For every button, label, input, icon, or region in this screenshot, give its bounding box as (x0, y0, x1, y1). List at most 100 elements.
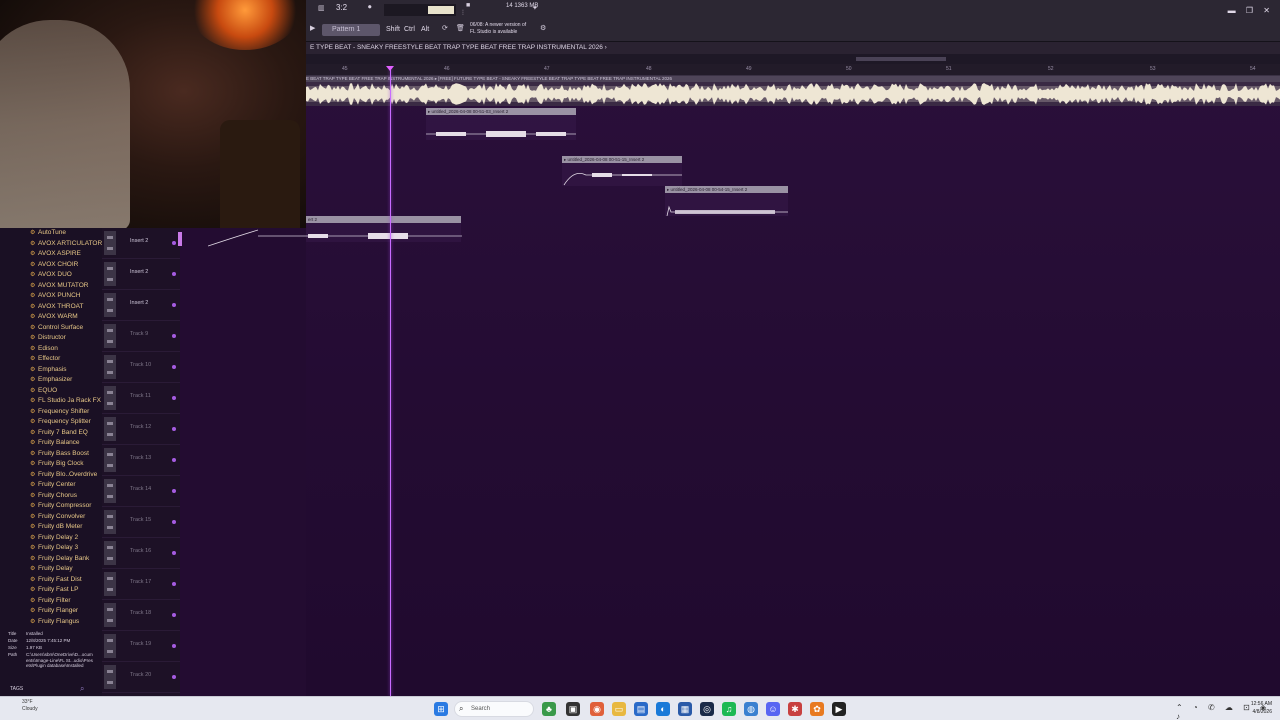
record-icon[interactable]: ⏺ (368, 4, 372, 12)
track-mute-switch[interactable] (104, 479, 116, 503)
news-ticker[interactable]: 06/08: A newer version of FL Studio is a… (470, 22, 540, 36)
play-icon[interactable]: ▶ (310, 24, 315, 32)
plugin-list-item[interactable]: ⚙ Fruity Flangus (30, 618, 79, 625)
track-header[interactable]: Track 17 (102, 569, 180, 600)
plugin-list-item[interactable]: ⚙ AVOX THROAT (30, 303, 84, 310)
track-mute-switch[interactable] (104, 262, 116, 286)
plugin-list-item[interactable]: ⚙ Fruity Big Clock (30, 460, 84, 467)
plugin-list-item[interactable]: ⚙ Fruity Compressor (30, 502, 91, 509)
plugin-list-item[interactable]: ⚙ Fruity Center (30, 481, 76, 488)
plugin-list-item[interactable]: ⚙ Fruity Convolver (30, 513, 85, 520)
plugin-list-item[interactable]: ⚙ Edison (30, 345, 58, 352)
fl-studio-icon[interactable]: ✿ (810, 702, 824, 716)
track-mute-switch[interactable] (104, 386, 116, 410)
plugin-list-item[interactable]: ⚙ Fruity Flanger (30, 607, 78, 614)
plugin-list-item[interactable]: ⚙ AutoTune (30, 229, 66, 236)
track-mute-switch[interactable] (104, 448, 116, 472)
playlist-arrangement[interactable] (306, 76, 1280, 696)
spotify-icon[interactable]: ♫ (722, 702, 736, 716)
track-mute-switch[interactable] (104, 572, 116, 596)
discord-icon[interactable]: ☺ (766, 702, 780, 716)
plugin-list-item[interactable]: ⚙ AVOX ARTICULATOR (30, 240, 102, 247)
app-icon[interactable]: ✱ (788, 702, 802, 716)
pattern-selector[interactable]: Pattern 1 (322, 24, 380, 36)
alt-modifier[interactable]: Alt (421, 26, 429, 33)
track-header[interactable]: Track 19 (102, 631, 180, 662)
task-view-icon[interactable]: ▣ (566, 702, 580, 716)
plugin-list-item[interactable]: ⚙ Frequency Splitter (30, 418, 91, 425)
track-mute-switch[interactable] (104, 417, 116, 441)
calculator-icon[interactable]: ▦ (678, 702, 692, 716)
plugin-list-item[interactable]: ⚙ Fruity Delay (30, 565, 73, 572)
track-mute-switch[interactable] (104, 231, 116, 255)
scrollbar-thumb[interactable] (856, 57, 946, 61)
tempo-display[interactable]: 3:2 (336, 3, 347, 12)
track-header[interactable]: Track 13 (102, 445, 180, 476)
store-icon[interactable]: ▤ (634, 702, 648, 716)
plugin-list-item[interactable]: ⚙ Fruity Filter (30, 597, 71, 604)
plugin-list-item[interactable]: ⚙ Fruity Delay Bank (30, 555, 89, 562)
file-explorer-icon[interactable]: ▭ (612, 702, 626, 716)
track-header[interactable]: Track 20 (102, 662, 180, 693)
track-header[interactable]: Track 16 (102, 538, 180, 569)
track-header[interactable]: Track 18 (102, 600, 180, 631)
playlist-arrangement-left[interactable] (180, 228, 306, 696)
track-header[interactable]: Track 14 (102, 476, 180, 507)
plugin-list-item[interactable]: ⚙ AVOX PUNCH (30, 292, 81, 299)
window-controls[interactable]: ▬ ❐ ✕ (1228, 6, 1274, 15)
weather-widget[interactable]: 33°F Cloudy (22, 699, 38, 713)
audio-clip[interactable]: ▸ untitled_2026-04-08 00-51-03_Insert 2 (426, 108, 576, 140)
plugin-list-item[interactable]: ⚙ Fruity Delay 2 (30, 534, 78, 541)
plugin-list-item[interactable]: ⚙ Effector (30, 355, 60, 362)
track-mute-switch[interactable] (104, 634, 116, 658)
track-mute-switch[interactable] (104, 355, 116, 379)
plugin-list-item[interactable]: ⚙ AVOX MUTATOR (30, 282, 88, 289)
clock[interactable]: 12:56 AM 4/8/2026 (1251, 700, 1272, 716)
tags-label[interactable]: TAGS (10, 686, 23, 692)
chrome-icon[interactable]: ◉ (590, 702, 604, 716)
track-header[interactable]: Insert 2 (102, 290, 180, 321)
shift-modifier[interactable]: Shift (386, 26, 400, 33)
track-header[interactable]: Insert 2 (102, 228, 180, 259)
track-header[interactable]: Track 11 (102, 383, 180, 414)
plugin-list-item[interactable]: ⚙ AVOX DUO (30, 271, 72, 278)
plugin-list-item[interactable]: ⚙ Fruity Blo..Overdrive (30, 471, 97, 478)
track-mute-switch[interactable] (104, 541, 116, 565)
plugin-list-item[interactable]: ⚙ Emphasis (30, 366, 67, 373)
playhead[interactable] (390, 68, 391, 696)
plugin-list-item[interactable]: ⚙ Control Surface (30, 324, 83, 331)
trash-icon[interactable]: 🗑 (456, 24, 465, 32)
mixer-icon[interactable]: ⫶ (462, 10, 464, 18)
plugin-list-item[interactable]: ⚙ AVOX CHOIR (30, 261, 78, 268)
plugin-list-item[interactable]: ⚙ Fruity Delay 3 (30, 544, 78, 551)
track-mute-switch[interactable] (104, 293, 116, 317)
horizontal-scrollbar[interactable] (306, 54, 1280, 64)
track-mute-switch[interactable] (104, 603, 116, 627)
stop-icon[interactable]: ■ (466, 2, 470, 9)
update-icon[interactable]: ⚙ (540, 24, 546, 32)
track-header[interactable]: Insert 2 (102, 259, 180, 290)
link-icon[interactable]: ⟳ (442, 24, 448, 32)
obs-icon[interactable]: ▶ (832, 702, 846, 716)
audio-clip[interactable]: ▸ untitled_2026-04-08 00-54-15_Insert 2 (665, 186, 788, 216)
plugin-list-item[interactable]: ⚙ Fruity dB Meter (30, 523, 82, 530)
track-header[interactable]: Track 10 (102, 352, 180, 383)
widget-icon[interactable]: ♣ (542, 702, 556, 716)
track-header[interactable]: Track 15 (102, 507, 180, 538)
plugin-list-item[interactable]: ⚙ Distructor (30, 334, 66, 341)
browser-icon[interactable]: ◍ (744, 702, 758, 716)
plugin-list-item[interactable]: ⚙ Fruity 7 Band EQ (30, 429, 88, 436)
steam-icon[interactable]: ◎ (700, 702, 714, 716)
timeline-ruler[interactable]: 45 46 47 48 49 50 51 52 53 54 (306, 64, 1280, 76)
track-header[interactable]: Track 12 (102, 414, 180, 445)
piano-roll-icon[interactable]: ▥ (318, 4, 325, 12)
plugin-list-item[interactable]: ⚙ Fruity Fast LP (30, 586, 78, 593)
plugin-list-item[interactable]: ⚙ AVOX WARM (30, 313, 78, 320)
track-mute-switch[interactable] (104, 324, 116, 348)
plugin-list-item[interactable]: ⚙ FL Studio Ja Rack FX (30, 397, 101, 404)
plugin-list-item[interactable]: ⚙ EQUO (30, 387, 57, 394)
plugin-list-item[interactable]: ⚙ Fruity Balance (30, 439, 80, 446)
plugin-list-item[interactable]: ⚙ Fruity Chorus (30, 492, 77, 499)
plugin-list-item[interactable]: ⚙ AVOX ASPIRE (30, 250, 81, 257)
ctrl-modifier[interactable]: Ctrl (404, 26, 415, 33)
